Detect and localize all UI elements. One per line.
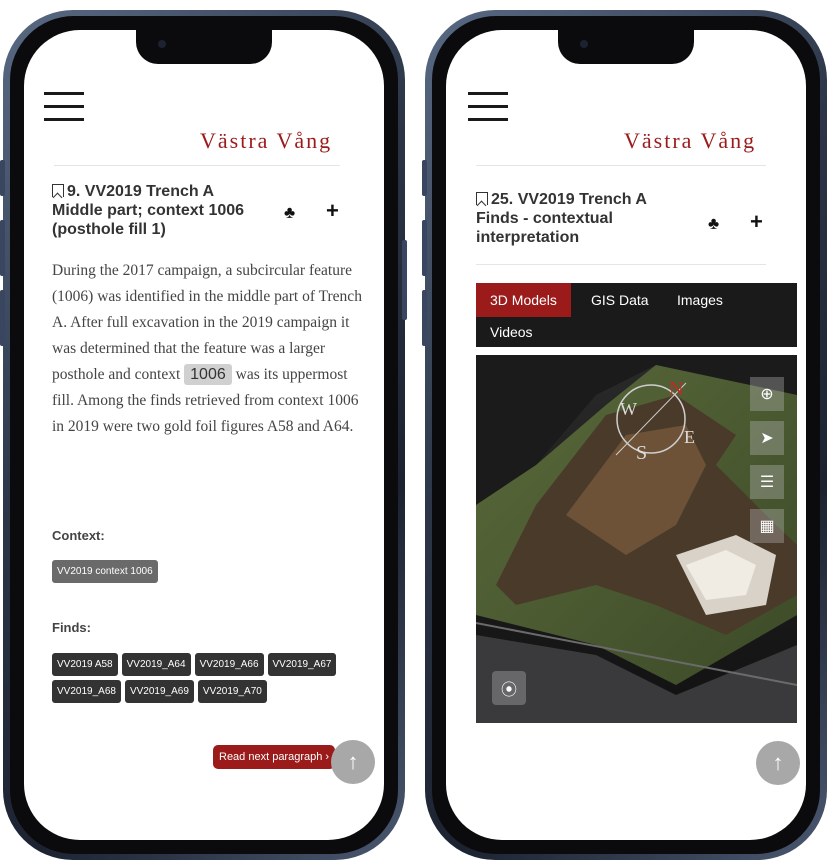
phone-bezel: Västra Vång 25. VV2019 Trench A Finds - …: [432, 16, 820, 854]
side-button: [0, 160, 5, 196]
navigate-arrow-icon[interactable]: ➤: [750, 421, 784, 455]
screen-right: Västra Vång 25. VV2019 Trench A Finds - …: [446, 30, 806, 840]
find-tag[interactable]: VV2019 A58: [52, 653, 118, 676]
phone-bezel: Västra Vång 9. VV2019 Trench A Middle pa…: [10, 16, 398, 854]
3d-cubes-icon[interactable]: ♣: [708, 214, 719, 234]
phone-right: Västra Vång 25. VV2019 Trench A Finds - …: [425, 10, 827, 860]
paragraph-body: During the 2017 campaign, a subcircular …: [52, 258, 362, 440]
side-button: [422, 160, 427, 196]
compass-reset-icon[interactable]: ⦿: [492, 671, 526, 705]
side-button: [422, 290, 427, 346]
compass-n: N: [669, 378, 683, 400]
plus-icon[interactable]: +: [326, 198, 339, 224]
compass-s: S: [636, 442, 647, 464]
phone-left: Västra Vång 9. VV2019 Trench A Middle pa…: [3, 10, 405, 860]
tab-gis-data[interactable]: GIS Data: [591, 292, 649, 308]
side-button: [422, 220, 427, 276]
find-tag[interactable]: VV2019_A68: [52, 680, 121, 703]
compass-w: W: [620, 399, 637, 419]
context-tags: VV2019 context 1006: [52, 560, 158, 583]
paragraph-title: 9. VV2019 Trench A Middle part; context …: [52, 182, 264, 239]
paragraph-title-text: 25. VV2019 Trench A Finds - contextual i…: [476, 191, 647, 246]
plus-icon[interactable]: +: [750, 209, 763, 235]
find-tag[interactable]: VV2019_A66: [194, 653, 264, 676]
camera-dot: [158, 40, 166, 48]
scroll-up-button[interactable]: ↑: [331, 740, 375, 784]
side-button: [0, 290, 5, 346]
find-tag[interactable]: VV2019_A64: [121, 653, 191, 676]
camera-dot: [580, 40, 588, 48]
context-heading: Context:: [52, 528, 105, 543]
header-divider: [476, 165, 766, 166]
locate-crosshair-icon[interactable]: ⊕: [750, 377, 784, 411]
layers-menu-icon[interactable]: ☰: [750, 465, 784, 499]
finds-heading: Finds:: [52, 620, 91, 635]
find-tag[interactable]: VV2019_A69: [124, 680, 194, 703]
side-button: [0, 220, 5, 276]
tab-3d-models[interactable]: 3D Models: [476, 283, 571, 317]
tab-videos[interactable]: Videos: [490, 324, 533, 340]
title-divider: [476, 264, 766, 265]
media-tab-bar: 3D Models GIS Data Images Videos: [476, 283, 797, 347]
find-tag[interactable]: VV2019_A70: [197, 680, 267, 703]
context-highlight[interactable]: 1006: [184, 364, 232, 385]
3d-cubes-icon[interactable]: ♣: [284, 203, 295, 223]
map-icon[interactable]: ▦: [750, 509, 784, 543]
context-tag[interactable]: VV2019 context 1006: [52, 560, 158, 583]
brand-logo[interactable]: Västra Vång: [624, 128, 756, 154]
screen-left: Västra Vång 9. VV2019 Trench A Middle pa…: [24, 30, 384, 840]
tab-images[interactable]: Images: [677, 292, 723, 308]
phone-notch: [136, 30, 272, 64]
find-tag[interactable]: VV2019_A67: [267, 653, 337, 676]
hamburger-menu-icon[interactable]: [44, 92, 84, 131]
read-next-button[interactable]: Read next paragraph ›: [213, 745, 336, 769]
excavation-3d-render: N E S W: [476, 355, 797, 723]
phone-notch: [558, 30, 694, 64]
side-button: [402, 240, 407, 320]
finds-tags: VV2019 A58 VV2019_A64 VV2019_A66 VV2019_…: [52, 653, 372, 703]
paragraph-title: 25. VV2019 Trench A Finds - contextual i…: [476, 190, 676, 247]
header-divider: [54, 165, 340, 166]
brand-logo[interactable]: Västra Vång: [200, 128, 332, 154]
bookmark-icon[interactable]: [476, 192, 488, 205]
scroll-up-button[interactable]: ↑: [756, 741, 800, 785]
paragraph-title-text: 9. VV2019 Trench A Middle part; context …: [52, 183, 245, 238]
bookmark-icon[interactable]: [52, 184, 64, 197]
compass-e: E: [684, 427, 695, 447]
hamburger-menu-icon[interactable]: [468, 92, 508, 131]
3d-model-viewer[interactable]: N E S W ⊕ ➤ ☰ ▦ ⦿: [476, 355, 797, 723]
